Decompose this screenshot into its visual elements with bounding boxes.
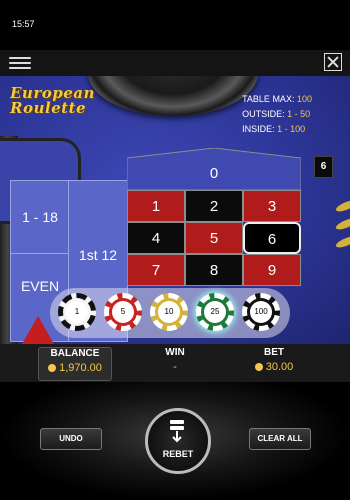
chip-100[interactable]: 100 bbox=[242, 293, 280, 331]
limit-outside: OUTSIDE: 1 - 50 bbox=[242, 109, 311, 119]
win-value: - bbox=[173, 361, 177, 373]
roulette-table: European Roulette TABLE MAX: 100 OUTSIDE… bbox=[0, 76, 350, 344]
chip-10[interactable]: 10 bbox=[150, 293, 188, 331]
bet-number-4[interactable]: 4 bbox=[127, 222, 185, 254]
balance-value: 1,970.00 bbox=[59, 362, 102, 374]
bet-number-1[interactable]: 1 bbox=[127, 190, 185, 222]
win-panel: WIN - bbox=[140, 347, 210, 373]
chip-1[interactable]: 1 bbox=[58, 293, 96, 331]
limit-table-max: TABLE MAX: 100 bbox=[242, 94, 312, 104]
bet-red[interactable] bbox=[22, 316, 54, 344]
bet-1-18[interactable]: 1 - 18 bbox=[11, 181, 69, 254]
action-bar: UNDO REBET CLEAR ALL bbox=[0, 382, 350, 500]
rebet-button[interactable]: REBET bbox=[145, 408, 211, 474]
game-logo: European Roulette bbox=[10, 86, 94, 117]
stacked-chips bbox=[336, 198, 350, 262]
status-time: 15:57 bbox=[12, 19, 35, 29]
info-bar: BALANCE 1,970.00 WIN - BET 30.00 bbox=[0, 344, 350, 382]
bet-number-8[interactable]: 8 bbox=[185, 254, 243, 286]
top-bar bbox=[0, 50, 350, 76]
balance-panel: BALANCE 1,970.00 bbox=[38, 347, 112, 381]
rebet-label: REBET bbox=[162, 449, 194, 459]
bet-number-9[interactable]: 9 bbox=[243, 254, 301, 286]
last-number-badge: 6 bbox=[314, 156, 333, 178]
rebet-icon bbox=[170, 420, 184, 443]
zero-label: 0 bbox=[210, 165, 218, 182]
hamburger-menu-icon[interactable] bbox=[9, 54, 31, 72]
close-icon[interactable] bbox=[324, 53, 342, 71]
bet-number-5[interactable]: 5 bbox=[185, 222, 243, 254]
balance-label: BALANCE bbox=[50, 348, 100, 359]
bet-number-3[interactable]: 3 bbox=[243, 190, 301, 222]
bet-number-6[interactable]: 6 bbox=[243, 222, 301, 254]
bet-panel: BET 30.00 bbox=[238, 347, 310, 373]
coin-icon bbox=[254, 363, 263, 371]
chip-25-selected[interactable]: 25 bbox=[196, 293, 234, 331]
bet-number-7[interactable]: 7 bbox=[127, 254, 185, 286]
bet-limits: TABLE MAX: 100 OUTSIDE: 1 - 50 INSIDE: 1… bbox=[242, 92, 312, 137]
chip-5[interactable]: 5 bbox=[104, 293, 142, 331]
clear-all-button[interactable]: CLEAR ALL bbox=[249, 428, 311, 450]
undo-button[interactable]: UNDO bbox=[40, 428, 102, 450]
chip-selector: 1 5 10 25 100 bbox=[50, 288, 290, 338]
roulette-wheel bbox=[88, 76, 258, 116]
bet-zero[interactable]: 0 bbox=[127, 148, 301, 190]
status-bar: 15:57 bbox=[0, 0, 350, 50]
limit-inside: INSIDE: 1 - 100 bbox=[242, 124, 306, 134]
logo-line-2: Roulette bbox=[10, 99, 87, 117]
bet-number-2[interactable]: 2 bbox=[185, 190, 243, 222]
bet-label: BET bbox=[264, 347, 284, 358]
win-label: WIN bbox=[165, 347, 185, 358]
bet-value: 30.00 bbox=[265, 361, 294, 373]
coin-icon bbox=[48, 364, 57, 372]
